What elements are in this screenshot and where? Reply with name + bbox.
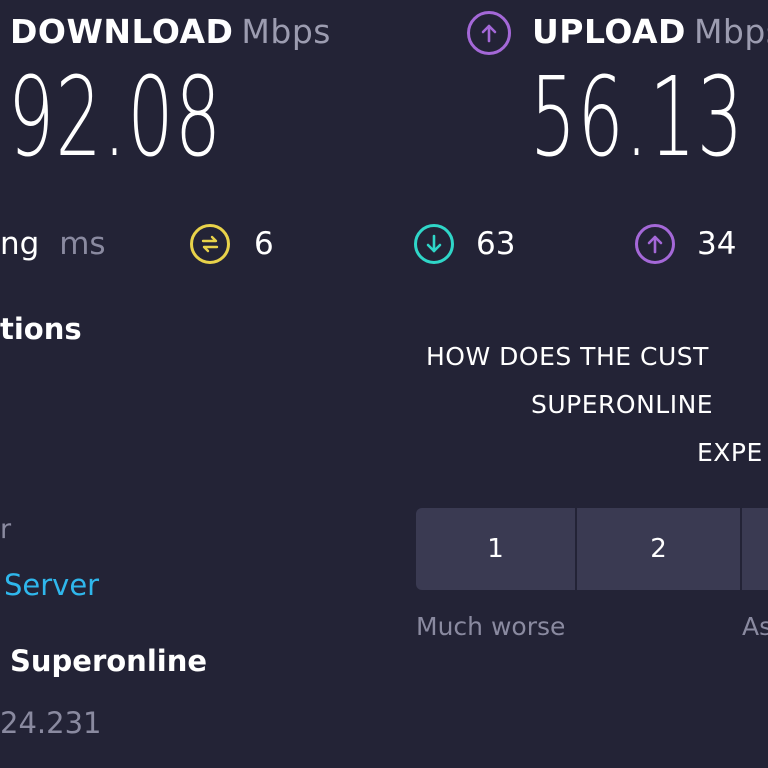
- rating-button-2[interactable]: 2: [577, 508, 742, 590]
- rating-button-1[interactable]: 1: [416, 508, 577, 590]
- ip-address: 24.231: [0, 706, 102, 740]
- idle-latency-value: 6: [254, 226, 274, 262]
- download-header: DOWNLOAD Mbps: [10, 12, 331, 51]
- server-label: r: [0, 514, 12, 545]
- idle-latency-icon: [190, 224, 230, 264]
- isp-name: Superonline: [10, 644, 208, 678]
- upload-latency-value: 34: [697, 226, 737, 262]
- connections-title: tions: [0, 312, 82, 346]
- ping-unit: ms: [59, 226, 106, 262]
- scale-mid-label: As: [742, 612, 768, 641]
- change-server-link[interactable]: Server: [4, 568, 99, 602]
- download-latency-value: 63: [476, 226, 516, 262]
- rating-scale: 1 2: [416, 508, 768, 590]
- ping-label-row: ng ms: [0, 226, 106, 262]
- ping-label: ng: [0, 226, 40, 262]
- upload-arrow-icon: [467, 11, 511, 55]
- download-latency-icon: [414, 224, 454, 264]
- download-unit: Mbps: [241, 12, 331, 51]
- scale-low-label: Much worse: [416, 612, 566, 641]
- survey-question-line-2: SUPERONLINE: [531, 390, 714, 419]
- upload-latency-icon: [635, 224, 675, 264]
- rating-button-3[interactable]: [742, 508, 768, 590]
- download-label: DOWNLOAD: [10, 12, 234, 51]
- upload-unit: Mbps: [693, 12, 768, 51]
- upload-header: UPLOADMbps: [532, 12, 768, 51]
- survey-question-line-3: EXPE: [697, 438, 763, 467]
- download-value: 92.08: [8, 53, 223, 181]
- speedtest-results-page: DOWNLOADMbps 92.08 UPLOADMbps 56.13 ng m…: [0, 0, 768, 768]
- upload-value: 56.13: [530, 53, 745, 181]
- survey-question-line-1: HOW DOES THE CUST: [426, 342, 709, 371]
- upload-label: UPLOAD: [532, 12, 686, 51]
